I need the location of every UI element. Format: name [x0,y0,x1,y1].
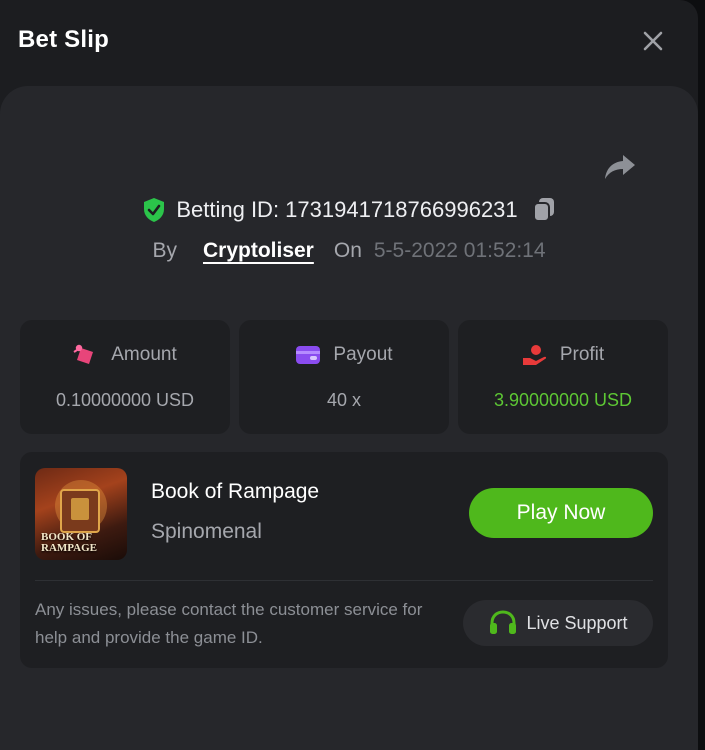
betting-id-row: Betting ID: 1731941718766996231 [0,194,698,226]
bet-details-panel: Betting ID: 1731941718766996231 By Crypt… [0,86,698,750]
game-provider: Spinomenal [151,520,262,543]
stat-amount: Amount 0.10000000 USD [20,320,230,434]
bet-date: 5-5-2022 01:52:14 [373,239,546,262]
live-support-button[interactable]: Live Support [463,600,653,646]
stat-value: 3.90000000 USD [493,390,633,410]
stat-payout: Payout 40 x [239,320,449,434]
stat-label: Profit [559,344,605,365]
close-button[interactable] [636,24,670,58]
game-name: Book of Rampage [151,480,320,503]
headset-icon [488,610,518,636]
game-card: BOOK OF RAMPAGE Book of Rampage Spinomen… [20,452,668,668]
stat-label: Payout [333,344,393,365]
betting-id-text: Betting ID: 1731941718766996231 [176,197,518,222]
on-label: On [333,239,362,262]
game-thumbnail[interactable]: BOOK OF RAMPAGE [35,468,127,560]
modal-title: Bet Slip [18,26,109,53]
thumbnail-title: BOOK OF RAMPAGE [41,531,98,554]
modal-header: Bet Slip [0,0,698,84]
play-now-button[interactable]: Play Now [469,488,653,538]
bet-slip-modal: Bet Slip Betting ID: 1731941718766996231… [0,0,698,750]
profit-hand-icon [522,344,548,366]
by-label: By [152,239,177,262]
stat-profit: Profit 3.90000000 USD [458,320,668,434]
wager-icon [73,344,99,366]
wallet-icon [295,344,321,366]
author-row: By Cryptoliser On 5-5-2022 01:52:14 [0,236,698,266]
stat-value: 40 x [326,390,362,410]
share-button[interactable] [600,150,640,184]
verified-shield-icon [142,197,166,223]
support-message: Any issues, please contact the customer … [35,600,423,647]
copy-icon[interactable] [532,197,556,223]
close-icon [642,30,664,52]
stat-label: Amount [111,344,177,365]
stat-value: 0.10000000 USD [55,390,195,410]
divider [35,580,653,581]
stats-row: Amount 0.10000000 USD Payout 40 x Profit… [20,320,668,434]
share-icon [603,153,637,181]
live-support-label: Live Support [526,612,628,633]
user-link[interactable]: Cryptoliser [203,239,314,263]
